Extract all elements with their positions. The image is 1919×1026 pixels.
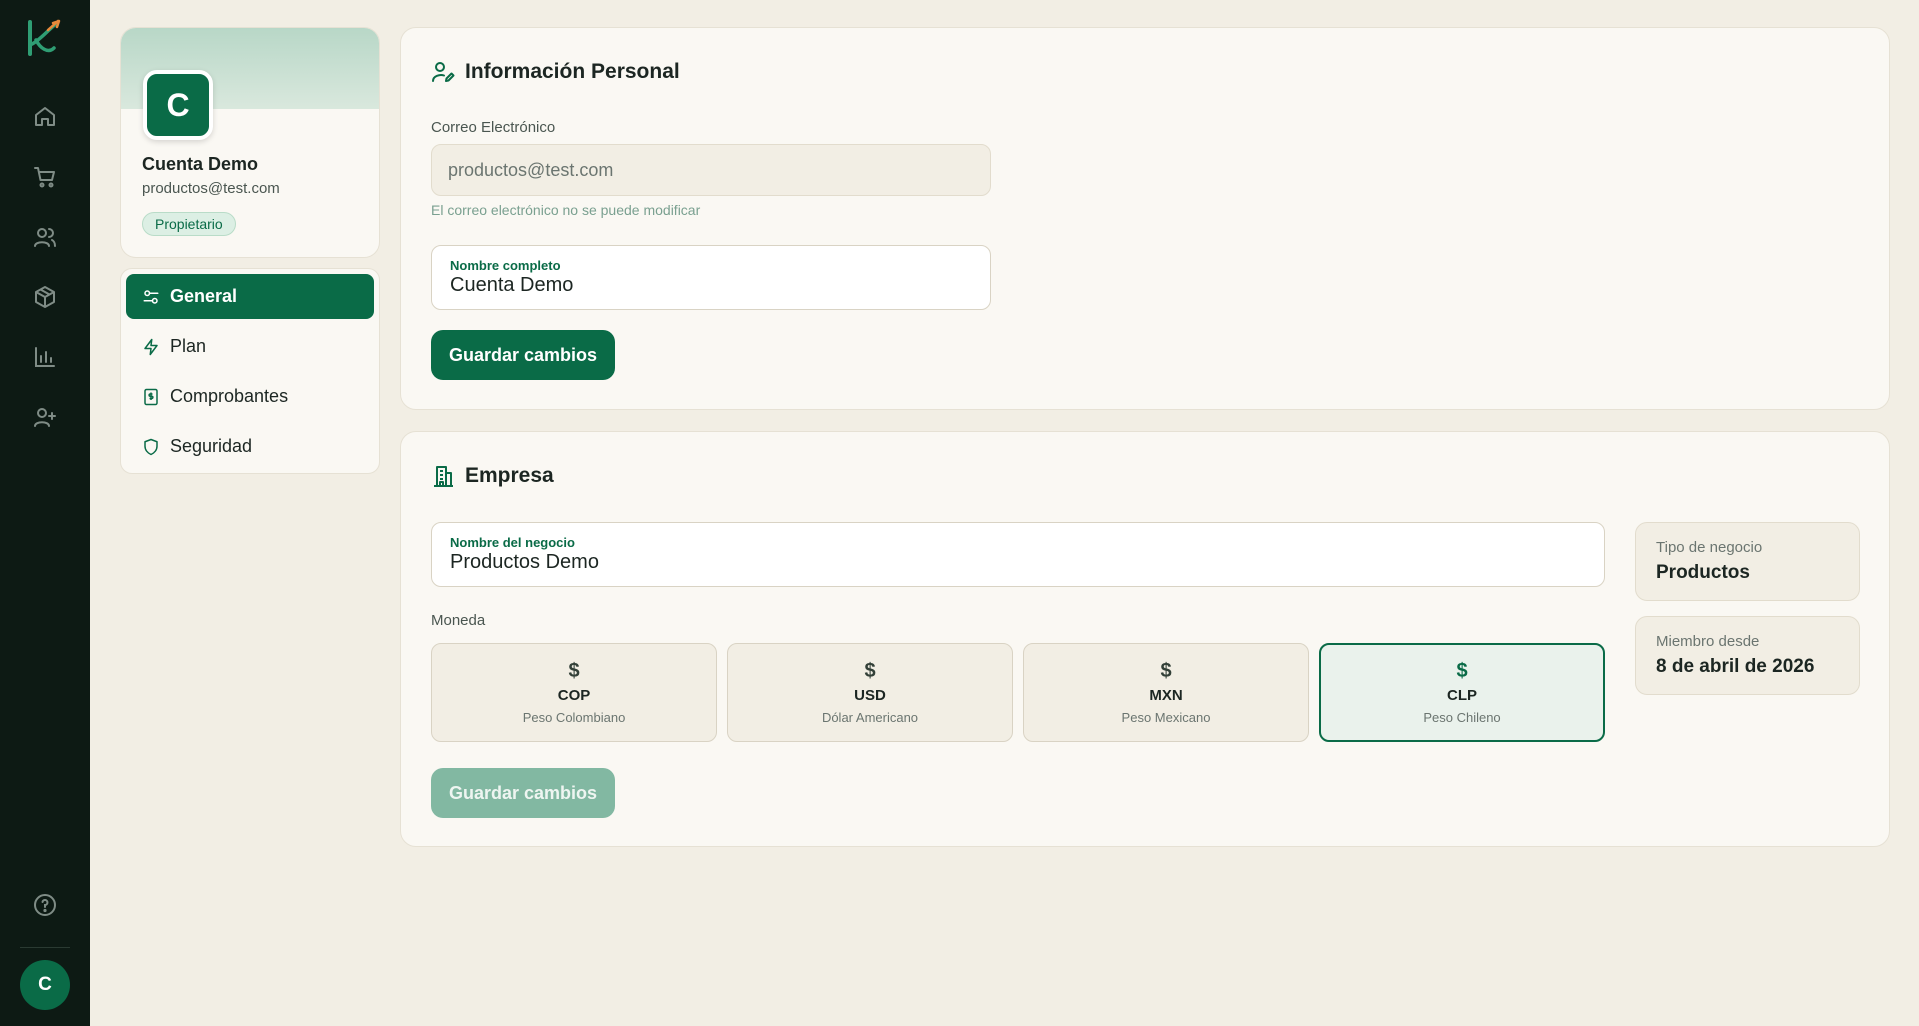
user-avatar[interactable]: C [20, 960, 70, 1010]
company-title: Empresa [431, 464, 554, 488]
nav-cart-icon[interactable] [30, 162, 60, 192]
currency-name: Peso Chileno [1423, 709, 1501, 725]
settings-nav: General Plan Comprobantes Seguridad [120, 268, 380, 474]
profile-avatar: C [143, 70, 213, 140]
currency-option-cop[interactable]: $ COP Peso Colombiano [431, 643, 717, 742]
personal-info-panel: Información Personal Correo Electrónico … [400, 27, 1890, 410]
nav-help-icon[interactable] [30, 890, 60, 920]
business-type-box: Tipo de negocio Productos [1635, 522, 1860, 601]
settings-nav-general[interactable]: General [126, 274, 374, 319]
receipt-icon [144, 388, 158, 405]
rail-divider [20, 947, 70, 948]
currency-option-mxn[interactable]: $ MXN Peso Mexicano [1023, 643, 1309, 742]
role-badge: Propietario [142, 212, 236, 236]
business-type-value: Productos [1656, 562, 1750, 583]
email-label: Correo Electrónico [431, 119, 556, 136]
member-since-box: Miembro desde 8 de abril de 2026 [1635, 616, 1860, 695]
business-type-label: Tipo de negocio [1656, 539, 1763, 556]
currency-option-usd[interactable]: $ USD Dólar Americano [727, 643, 1013, 742]
currency-label: Moneda [431, 612, 486, 629]
currency-code: MXN [1149, 686, 1183, 704]
dollar-icon: $ [568, 659, 580, 682]
settings-nav-label: Comprobantes [170, 386, 289, 406]
user-edit-icon [432, 62, 455, 82]
fullname-field[interactable]: Nombre completo Cuenta Demo [431, 245, 991, 310]
member-since-value: 8 de abril de 2026 [1656, 656, 1815, 677]
settings-nav-label: Plan [170, 336, 207, 356]
settings-nav-comprobantes[interactable]: Comprobantes [126, 374, 374, 419]
member-since-label: Miembro desde [1656, 633, 1760, 650]
currency-option-clp[interactable]: $ CLP Peso Chileno [1319, 643, 1605, 742]
settings-nav-seguridad[interactable]: Seguridad [126, 424, 374, 469]
fullname-label: Nombre completo [450, 258, 561, 273]
personal-info-title-text: Información Personal [465, 60, 680, 83]
nav-user-plus-icon[interactable] [30, 402, 60, 432]
dollar-icon: $ [1456, 659, 1468, 682]
email-hint: El correo electrónico no se puede modifi… [431, 202, 701, 218]
currency-code: CLP [1447, 686, 1477, 704]
currency-name: Peso Colombiano [522, 709, 626, 725]
building-icon [434, 466, 453, 487]
settings-nav-plan[interactable]: Plan [126, 324, 374, 369]
currency-code: COP [557, 686, 591, 704]
fullname-value: Cuenta Demo [450, 274, 574, 296]
personal-info-title: Información Personal [431, 60, 680, 84]
business-name-value: Productos Demo [450, 551, 599, 573]
settings-nav-label: Seguridad [170, 436, 253, 456]
business-name-field[interactable]: Nombre del negocio Productos Demo [431, 522, 1605, 587]
business-name-label: Nombre del negocio [450, 535, 575, 550]
shield-icon [144, 438, 158, 455]
email-field: productos@test.com [431, 144, 991, 196]
profile-card: C Cuenta Demo productos@test.com Propiet… [120, 27, 380, 258]
app-rail: C [0, 0, 90, 1026]
company-save-button[interactable]: Guardar cambios [431, 768, 615, 818]
personal-save-button[interactable]: Guardar cambios [431, 330, 615, 380]
settings-nav-label: General [170, 286, 238, 306]
profile-email: productos@test.com [142, 180, 280, 197]
currency-code: USD [854, 686, 886, 704]
nav-home-icon[interactable] [30, 102, 60, 132]
nav-bar-chart-icon[interactable] [30, 342, 60, 372]
dollar-icon: $ [1160, 659, 1172, 682]
currency-name: Peso Mexicano [1121, 709, 1211, 725]
currency-name: Dólar Americano [821, 709, 919, 725]
nav-box-icon[interactable] [30, 282, 60, 312]
nav-users-icon[interactable] [30, 222, 60, 252]
company-title-text: Empresa [465, 464, 554, 487]
bolt-icon [144, 338, 158, 355]
sliders-icon [143, 289, 159, 304]
profile-name: Cuenta Demo [142, 154, 259, 174]
brand-logo-icon[interactable] [24, 18, 64, 58]
company-panel: Empresa Nombre del negocio Productos Dem… [400, 431, 1890, 847]
dollar-icon: $ [864, 659, 876, 682]
